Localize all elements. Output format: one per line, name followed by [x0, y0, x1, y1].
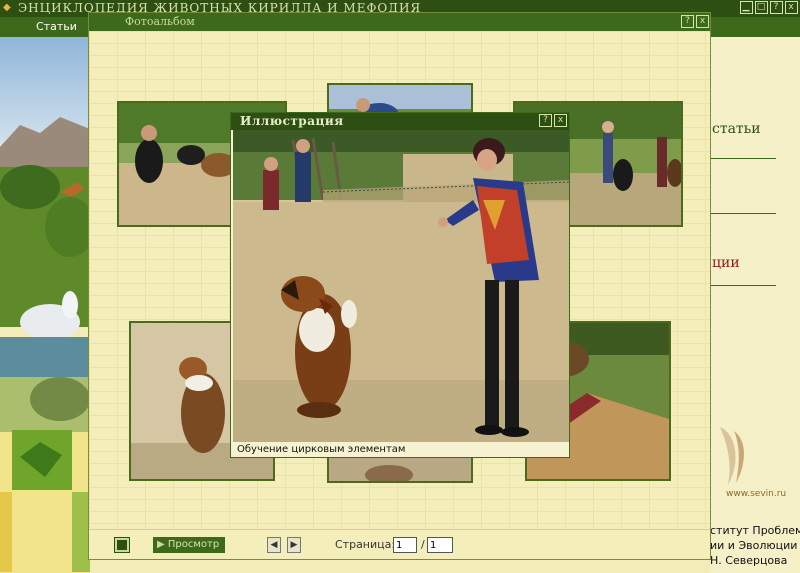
illustration-window: Иллюстрация ? x Обучение цирковым элемен…: [230, 112, 570, 458]
menu-item-articles[interactable]: Статьи: [36, 20, 77, 33]
next-page-button[interactable]: ▶: [287, 537, 301, 553]
divider: [710, 213, 776, 214]
articles-link-fragment[interactable]: статьи: [712, 121, 761, 137]
view-button[interactable]: ▶ Просмотр: [153, 537, 225, 553]
site-url[interactable]: www.sevin.ru: [726, 489, 786, 499]
institute-line: ии и Эволюции: [710, 539, 798, 552]
minimize-button[interactable]: ▁: [740, 1, 753, 14]
album-close-button[interactable]: x: [696, 15, 709, 28]
divider: [710, 285, 776, 286]
stop-icon[interactable]: [115, 538, 129, 552]
page-label: Страница:: [335, 538, 396, 551]
background-decoration: [0, 37, 90, 573]
landscape-illustration: [0, 37, 90, 573]
divider: [710, 158, 776, 159]
page-separator: /: [421, 538, 425, 551]
maximize-button[interactable]: □: [755, 1, 768, 14]
institute-line: Н. Северцова: [710, 554, 788, 567]
illustration-close-button[interactable]: x: [554, 114, 567, 127]
page-total-field: [427, 537, 453, 553]
album-title-bar: Фотоальбом ? x: [89, 13, 710, 31]
app-logo-icon: ◆: [3, 2, 12, 13]
illustration-title-bar: Иллюстрация ? x: [231, 113, 569, 130]
view-button-label: Просмотр: [167, 539, 220, 550]
institute-line: ститут Проблем: [710, 524, 800, 537]
app-close-button[interactable]: x: [785, 1, 798, 14]
circus-training-photo: [233, 130, 569, 442]
prev-page-button[interactable]: ◀: [267, 537, 281, 553]
play-arrow-icon: ▶: [157, 539, 165, 550]
illustration-help-button[interactable]: ?: [539, 114, 552, 127]
album-title: Фотоальбом: [125, 15, 195, 28]
album-help-button[interactable]: ?: [681, 15, 694, 28]
sevin-logo-icon: [720, 427, 744, 485]
app-help-button[interactable]: ?: [770, 1, 783, 14]
illustration-caption: Обучение цирковым элементам: [237, 444, 406, 455]
red-link-fragment[interactable]: ции: [712, 255, 740, 271]
page-current-input[interactable]: [393, 537, 417, 553]
illustration-title: Иллюстрация: [240, 114, 344, 128]
illustration-photo: [233, 130, 569, 442]
right-side-panel: статьи ции www.sevin.ru ститут Проблем и…: [710, 37, 800, 573]
album-toolbar: ▶ Просмотр ◀ ▶ Страница: /: [89, 529, 710, 559]
institute-text: ститут Проблем ии и Эволюции Н. Северцов…: [710, 523, 800, 568]
